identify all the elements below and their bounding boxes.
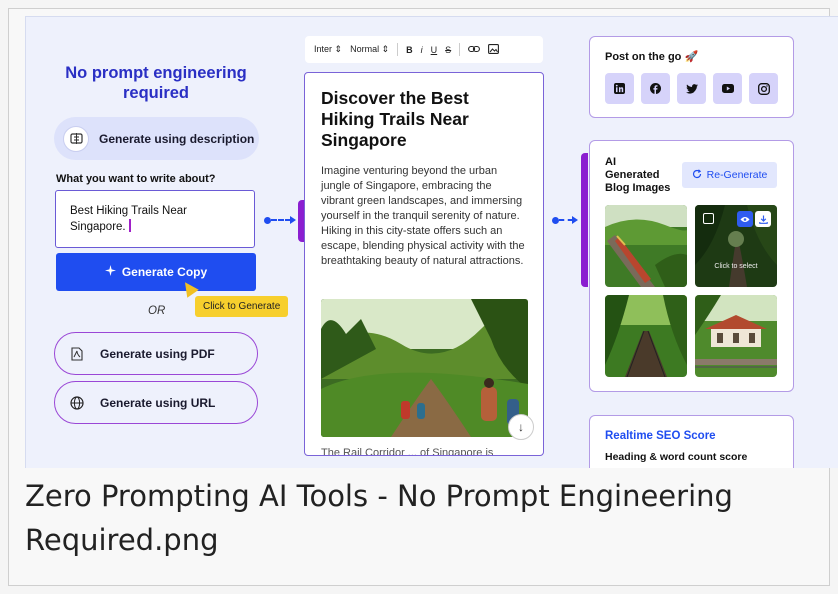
description-label: Generate using description — [99, 131, 255, 146]
seo-title: Realtime SEO Score — [605, 430, 716, 442]
globe-icon — [64, 390, 90, 416]
bold-button[interactable]: B — [406, 45, 413, 55]
editor-toolbar: Inter ⇕ Normal ⇕ B i U S — [305, 36, 543, 63]
pdf-icon — [64, 341, 90, 367]
toolbar-divider — [459, 43, 461, 56]
blog-hero-image — [321, 299, 528, 437]
connector-arrow — [290, 216, 296, 224]
realtime-seo-card: Realtime SEO Score Heading & word count … — [589, 415, 794, 468]
image-caption: Zero Prompting AI Tools - No Prompt Engi… — [25, 479, 733, 557]
blog-editor[interactable]: Discover the Best Hiking Trails Near Sin… — [304, 72, 544, 456]
generate-using-pdf-button[interactable]: Generate using PDF — [54, 332, 258, 375]
youtube-icon[interactable] — [713, 73, 742, 104]
scroll-down-button[interactable]: ↓ — [508, 414, 534, 440]
seo-subtitle: Heading & word count score — [605, 451, 748, 463]
generate-using-url-button[interactable]: Generate using URL — [54, 381, 258, 424]
click-to-generate-tooltip: Click to Generate — [195, 296, 289, 317]
connector-line — [271, 219, 291, 221]
headline: No prompt engineering required — [65, 64, 247, 102]
generated-image-forest-path[interactable]: Click to select — [695, 205, 777, 287]
linkedin-icon[interactable] — [605, 73, 634, 104]
text-style-select[interactable]: Normal ⇕ — [350, 44, 389, 55]
facebook-icon[interactable] — [641, 73, 670, 104]
blog-body: Imagine venturing beyond the urban jungl… — [321, 165, 525, 267]
url-label: Generate using URL — [100, 395, 216, 410]
topic-label: What you want to write about? — [56, 173, 216, 185]
sparkle-icon — [104, 265, 116, 279]
blog-body-continued: The Rail Corridor ... of Singapore is — [321, 447, 494, 456]
ai-images-title: AI Generated Blog Images — [605, 156, 671, 194]
download-icon[interactable] — [755, 211, 771, 227]
connector-line — [559, 219, 573, 221]
social-buttons — [605, 73, 778, 104]
topic-input[interactable]: Best Hiking Trails Near Singapore. — [55, 190, 255, 248]
regenerate-label: Re-Generate — [706, 169, 768, 181]
image-icon[interactable] — [488, 43, 500, 56]
chevron-updown-icon: ⇕ — [334, 44, 343, 54]
description-icon — [63, 125, 89, 152]
ai-generated-images-card: AI Generated Blog Images Re-Generate Cli… — [589, 140, 794, 392]
product-screenshot: No prompt engineering required Generate … — [25, 16, 838, 468]
social-card-title: Post on the go 🚀 — [605, 51, 699, 63]
preview-eye-icon[interactable] — [737, 211, 753, 227]
twitter-icon[interactable] — [677, 73, 706, 104]
instagram-icon[interactable] — [749, 73, 778, 104]
generate-copy-label: Generate Copy — [121, 265, 208, 279]
click-to-select-hint: Click to select — [714, 263, 758, 270]
blog-title: Discover the Best Hiking Trails Near Sin… — [321, 88, 469, 150]
refresh-icon — [692, 168, 702, 182]
toolbar-divider — [397, 43, 399, 56]
connector-dot — [552, 217, 559, 224]
generated-image-railway-station[interactable] — [695, 295, 777, 377]
chevron-updown-icon: ⇕ — [381, 44, 390, 54]
pdf-label: Generate using PDF — [100, 346, 215, 361]
strikethrough-button[interactable]: S — [445, 45, 451, 55]
underline-button[interactable]: U — [431, 45, 438, 55]
regenerate-button[interactable]: Re-Generate — [682, 162, 777, 188]
generated-image-railway-train[interactable] — [605, 205, 687, 287]
link-icon[interactable] — [468, 45, 481, 55]
generated-image-treetop-walk[interactable] — [605, 295, 687, 377]
select-checkbox[interactable] — [703, 213, 714, 224]
generate-using-description-button[interactable]: Generate using description — [54, 117, 259, 160]
font-family-select[interactable]: Inter ⇕ — [314, 44, 342, 55]
italic-button[interactable]: i — [421, 45, 423, 55]
connector-dot — [264, 217, 271, 224]
connector-arrow — [572, 216, 578, 224]
images-connector-tab — [581, 153, 588, 287]
post-on-the-go-card: Post on the go 🚀 — [589, 36, 794, 118]
generate-copy-button[interactable]: Generate Copy — [56, 253, 256, 291]
text-caret — [128, 219, 131, 232]
or-divider: OR — [148, 305, 166, 317]
